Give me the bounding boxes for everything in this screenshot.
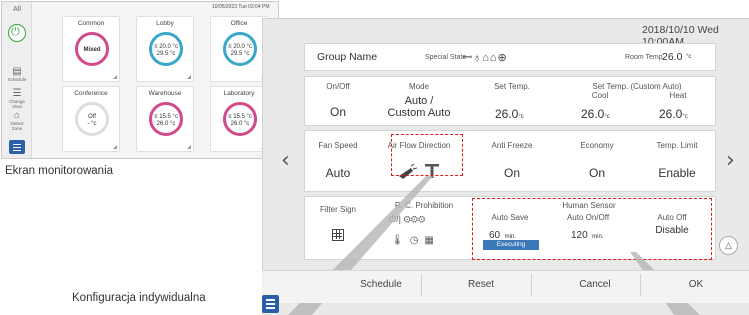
ok-button[interactable]: OK: [656, 279, 736, 290]
schedule-button[interactable]: Schedule: [341, 279, 421, 290]
divider: [640, 274, 641, 296]
reset-button[interactable]: Reset: [441, 279, 521, 290]
scroll-up-button[interactable]: △: [719, 236, 738, 255]
divider: [421, 274, 422, 296]
menu-button[interactable]: [262, 295, 279, 313]
callout-lines: [288, 176, 700, 315]
cancel-button[interactable]: Cancel: [555, 279, 635, 290]
divider: [531, 274, 532, 296]
chevron-up-icon: △: [725, 240, 732, 250]
